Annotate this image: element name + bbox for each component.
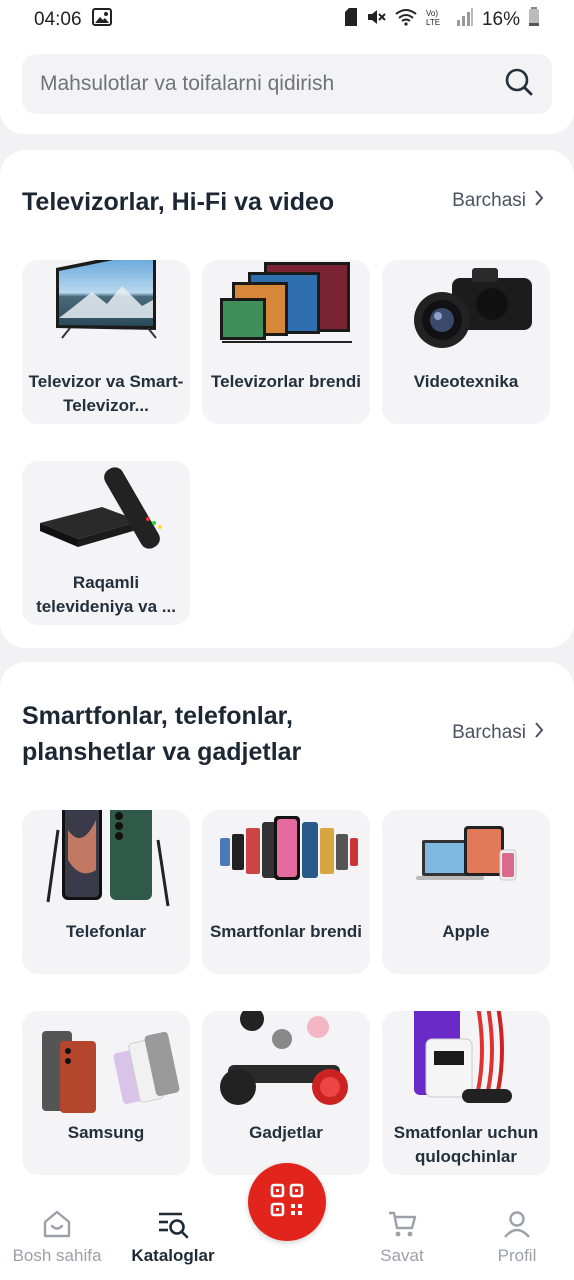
category-label: Raqamli televideniya va ... (36, 573, 176, 616)
category-label: Smartfonlar brendi (209, 922, 363, 941)
search-input[interactable] (40, 72, 504, 96)
nav-home[interactable]: Bosh sahifa (2, 1208, 112, 1266)
category-label: Apple (442, 922, 490, 941)
category-tile-samsung[interactable]: Samsung (22, 1011, 190, 1175)
category-label: Gadjetlar (249, 1123, 323, 1142)
profile-icon (462, 1208, 572, 1244)
see-all-link[interactable]: Barchasi (452, 722, 544, 744)
tv-brands-image (220, 262, 352, 343)
chevron-right-icon (534, 722, 544, 744)
cart-icon (347, 1208, 457, 1244)
status-time: 04:06 (34, 9, 82, 30)
chevron-right-icon (534, 190, 544, 212)
qr-code-icon (270, 1183, 304, 1222)
category-tile-phones[interactable]: Telefonlar (22, 810, 190, 974)
category-label: Televizor va Smart-Televizor... (28, 372, 184, 415)
category-tile-headphones[interactable]: Smatfonlar uchun quloqchinlar (382, 1011, 550, 1175)
svg-text:LTE: LTE (426, 18, 440, 26)
mute-icon (366, 8, 386, 32)
svg-text:Vo): Vo) (426, 9, 438, 18)
smartphone-brands-image (220, 816, 358, 880)
signal-icon (456, 8, 474, 32)
volte-icon: Vo) LTE (426, 8, 448, 32)
sim-icon (344, 8, 358, 32)
category-label: Videotexnika (413, 372, 519, 391)
category-label: Samsung (67, 1123, 145, 1142)
search-box[interactable] (22, 54, 552, 114)
category-tile-tv-brands[interactable]: Televizorlar brendi (202, 260, 370, 424)
section-title: Televizorlar, Hi-Fi va video (22, 188, 335, 216)
qr-scan-button[interactable] (248, 1163, 326, 1241)
nav-cart[interactable]: Savat (347, 1208, 457, 1266)
section-title: Smartfonlar, telefonlar, planshetlar va … (22, 702, 302, 766)
samsung-phones-image (42, 1031, 180, 1113)
category-tile-gadgets[interactable]: Gadjetlar (202, 1011, 370, 1175)
category-label: Televizorlar brendi (211, 372, 361, 391)
section-tv: Televizorlar, Hi-Fi va video Barchasi Te… (0, 150, 574, 648)
category-tile-smartphone-brands[interactable]: Smartfonlar brendi (202, 810, 370, 974)
see-all-link[interactable]: Barchasi (452, 190, 544, 212)
gadgets-image (220, 1011, 348, 1105)
catalog-search-icon (118, 1208, 228, 1244)
nav-profile[interactable]: Profil (462, 1208, 572, 1266)
category-label: Telefonlar (66, 922, 146, 941)
battery-icon (528, 7, 540, 33)
search-icon[interactable] (504, 67, 534, 102)
category-tile-video[interactable]: Videotexnika (382, 260, 550, 424)
gallery-icon (91, 8, 112, 32)
nav-catalog[interactable]: Kataloglar (118, 1208, 228, 1266)
tv-image (56, 260, 157, 339)
category-tile-digital-tv[interactable]: Raqamli televideniya va ... (22, 461, 190, 625)
category-label: Smatfonlar uchun quloqchinlar (393, 1123, 539, 1166)
camera-image (414, 268, 532, 348)
category-tile-smart-tv[interactable]: Televizor va Smart-Televizor... (22, 260, 190, 424)
set-top-box-image (40, 467, 162, 549)
search-area (0, 40, 574, 134)
category-tile-apple[interactable]: Apple (382, 810, 550, 974)
accessories-image (414, 1011, 512, 1103)
apple-devices-image (416, 826, 517, 881)
status-bar: 04:06 Vo) LTE 16% (0, 0, 574, 40)
phones-image (46, 810, 170, 907)
battery-percent: 16% (481, 9, 520, 30)
home-icon (2, 1208, 112, 1244)
wifi-icon (394, 8, 418, 32)
